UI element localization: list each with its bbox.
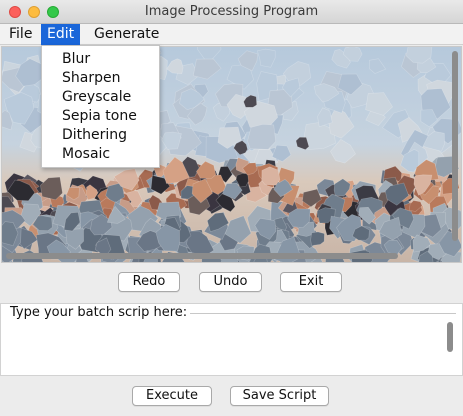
- menu-generate[interactable]: Generate: [88, 24, 165, 45]
- image-vertical-scrollbar[interactable]: [451, 49, 459, 251]
- menu-item-greyscale[interactable]: Greyscale: [42, 88, 159, 107]
- execute-button[interactable]: Execute: [132, 386, 212, 406]
- group-border-line: [182, 313, 456, 314]
- title-bar: Image Processing Program: [0, 0, 463, 24]
- image-vertical-scroll-thumb[interactable]: [452, 51, 458, 241]
- image-horizontal-scrollbar[interactable]: [4, 252, 450, 260]
- menu-file[interactable]: File: [3, 24, 38, 45]
- window-title: Image Processing Program: [144, 4, 319, 19]
- redo-button[interactable]: Redo: [118, 272, 180, 292]
- menu-item-mosaic[interactable]: Mosaic: [42, 145, 159, 164]
- menu-bar: File Edit Generate: [0, 24, 463, 45]
- menu-item-sepia-tone[interactable]: Sepia tone: [42, 107, 159, 126]
- save-script-button[interactable]: Save Script: [230, 386, 329, 406]
- menu-item-blur[interactable]: Blur: [42, 50, 159, 69]
- batch-script-panel: Type your batch scrip here:: [0, 303, 463, 376]
- mosaic-tile: [11, 261, 23, 262]
- script-vertical-scrollbar[interactable]: [446, 322, 454, 356]
- script-vertical-scroll-thumb[interactable]: [447, 322, 453, 352]
- menu-item-dithering[interactable]: Dithering: [42, 126, 159, 145]
- batch-script-input[interactable]: [5, 321, 443, 371]
- menu-item-sharpen[interactable]: Sharpen: [42, 69, 159, 88]
- menu-edit[interactable]: Edit: [41, 24, 81, 45]
- edit-dropdown-menu: Blur Sharpen Greyscale Sepia tone Dither…: [41, 45, 160, 168]
- batch-script-label: Type your batch scrip here:: [7, 305, 191, 320]
- undo-button[interactable]: Undo: [199, 272, 262, 292]
- exit-button[interactable]: Exit: [280, 272, 342, 292]
- mosaic-tile: [261, 166, 281, 186]
- image-horizontal-scroll-thumb[interactable]: [6, 253, 398, 259]
- mosaic-tile: [247, 123, 277, 150]
